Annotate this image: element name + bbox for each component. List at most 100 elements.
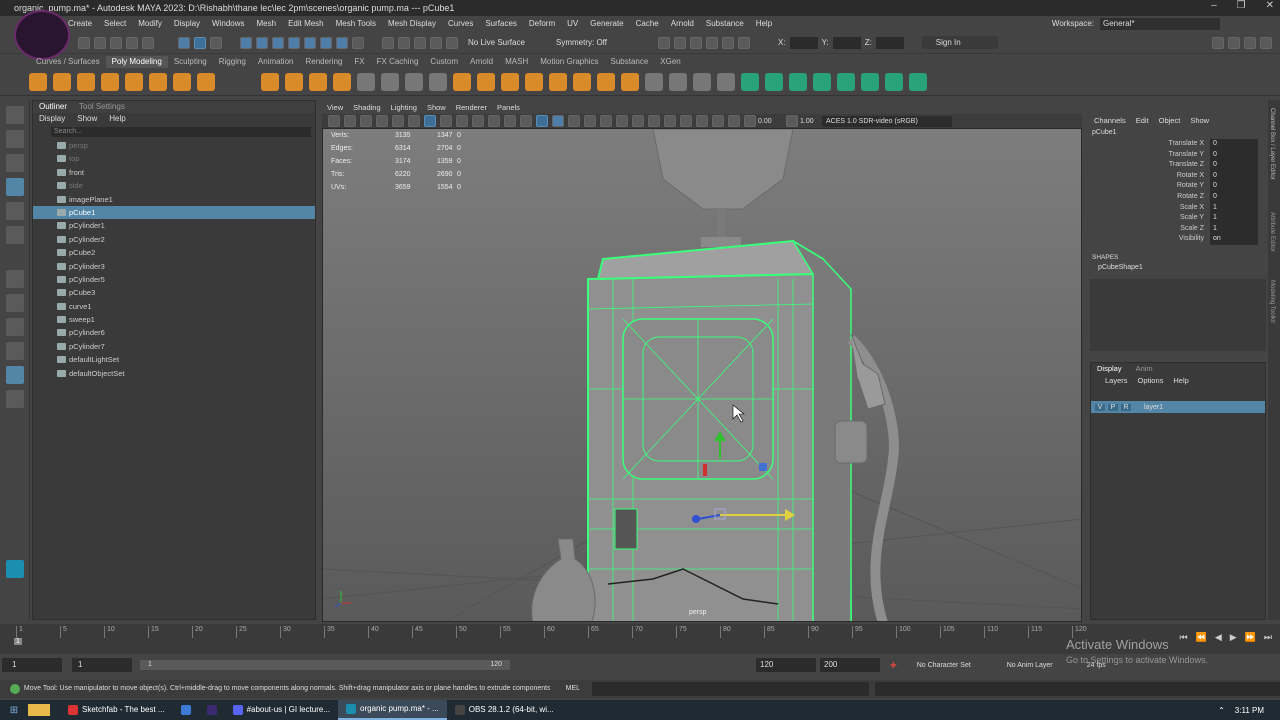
sweep-mesh-icon[interactable] xyxy=(285,72,303,91)
snap-live-icon[interactable] xyxy=(446,36,458,49)
multi-cut-icon[interactable] xyxy=(645,72,663,91)
anti-aliasing-icon[interactable] xyxy=(664,115,676,127)
mel-label[interactable]: MEL xyxy=(566,680,580,698)
save-scene-icon[interactable] xyxy=(110,36,122,49)
new-scene-icon[interactable] xyxy=(78,36,90,49)
attribute-row[interactable]: Translate Y 0 xyxy=(1088,149,1268,161)
attribute-value[interactable]: 0 xyxy=(1210,139,1258,150)
menu-generate[interactable]: Generate xyxy=(584,16,629,32)
shelf-tab-substance[interactable]: Substance xyxy=(604,56,654,68)
mask-curves-icon[interactable] xyxy=(272,36,284,49)
attribute-row[interactable]: Scale X 1 xyxy=(1088,202,1268,214)
symmetry-dropdown[interactable]: Symmetry: Off xyxy=(556,38,636,47)
shelf-tab-sculpting[interactable]: Sculpting xyxy=(168,56,213,68)
menu-uv[interactable]: UV xyxy=(561,16,584,32)
pause-icon[interactable] xyxy=(738,36,750,49)
attribute-value[interactable]: 0 xyxy=(1210,160,1258,171)
play-icon[interactable]: ▶ xyxy=(1230,632,1237,643)
minimize-button[interactable]: – xyxy=(1211,0,1217,16)
open-scene-icon[interactable] xyxy=(94,36,106,49)
menu-curves[interactable]: Curves xyxy=(442,16,479,32)
shelf-tab-fx[interactable]: FX xyxy=(348,56,370,68)
select-tool-icon[interactable] xyxy=(5,106,24,124)
isolate-select-icon[interactable] xyxy=(680,115,692,127)
menu-mesh-tools[interactable]: Mesh Tools xyxy=(330,16,382,32)
taskbar-item[interactable]: organic pump.ma* - ... xyxy=(338,700,447,720)
taskbar-item[interactable] xyxy=(173,700,199,720)
type-icon[interactable] xyxy=(309,72,327,91)
taskbar-item[interactable]: Sketchfab - The best ... xyxy=(60,700,173,720)
exposure-field[interactable]: 0.00 xyxy=(758,118,784,125)
uv-layout-icon[interactable] xyxy=(837,72,855,91)
layer-tab-display[interactable]: Display xyxy=(1097,363,1122,375)
close-button[interactable]: ✕ xyxy=(1266,0,1274,16)
default-material-icon[interactable] xyxy=(568,115,580,127)
y-field[interactable] xyxy=(832,36,861,49)
maya-mel-icon[interactable] xyxy=(5,560,24,578)
layer-row[interactable]: V P R layer1 xyxy=(1091,401,1265,413)
attribute-row[interactable]: Scale Z 1 xyxy=(1088,223,1268,235)
snap-view-plane-icon[interactable] xyxy=(430,36,442,49)
menu-edit-mesh[interactable]: Edit Mesh xyxy=(282,16,330,32)
outliner-item[interactable]: persp xyxy=(33,139,315,152)
layers-help-menu[interactable]: Help xyxy=(1173,375,1188,387)
shelf-tab-rendering[interactable]: Rendering xyxy=(299,56,348,68)
outliner-item[interactable]: pCube1 xyxy=(33,205,315,220)
outliner-item[interactable]: pCylinder5 xyxy=(33,273,315,286)
mask-surfaces-icon[interactable] xyxy=(288,36,300,49)
textured-icon[interactable] xyxy=(584,115,596,127)
wireframe-icon[interactable] xyxy=(536,115,548,127)
quad-draw-icon[interactable] xyxy=(717,72,735,91)
exposure-icon[interactable] xyxy=(744,115,756,127)
uv-shell-icon[interactable] xyxy=(909,72,927,91)
playback-end-field[interactable]: 120 xyxy=(756,658,816,672)
attribute-row[interactable]: Scale Y 1 xyxy=(1088,213,1268,224)
step-back-key-icon[interactable]: ⏪ xyxy=(1196,632,1207,643)
safe-action-icon[interactable] xyxy=(504,115,516,127)
svg-icon[interactable] xyxy=(333,72,351,91)
outliner-menu-display[interactable]: Display xyxy=(39,113,65,125)
layer-playback-toggle[interactable]: P xyxy=(1108,403,1118,411)
channels-object-menu[interactable]: Object xyxy=(1159,114,1181,128)
shelf-tab-mash[interactable]: MASH xyxy=(499,56,534,68)
xray-joints-icon[interactable] xyxy=(712,115,724,127)
menu-display[interactable]: Display xyxy=(168,16,206,32)
menu-substance[interactable]: Substance xyxy=(700,16,750,32)
side-tab-modeling-toolkit[interactable]: Modeling Toolkit xyxy=(1269,280,1275,340)
menu-modify[interactable]: Modify xyxy=(132,16,168,32)
color-space-dropdown[interactable]: ACES 1.0 SDR-video (sRGB) xyxy=(822,115,952,127)
select-hierarchy-icon[interactable] xyxy=(178,36,190,49)
show-manipulator-icon[interactable] xyxy=(5,294,24,312)
uv-cut-icon[interactable] xyxy=(861,72,879,91)
command-line-input[interactable] xyxy=(592,682,869,696)
viewport-menu-show[interactable]: Show xyxy=(422,102,451,114)
poly-cone-icon[interactable] xyxy=(101,72,119,91)
layer-render-toggle[interactable]: R xyxy=(1121,403,1131,411)
shadows-icon[interactable] xyxy=(616,115,628,127)
shelf-tab-arnold[interactable]: Arnold xyxy=(464,56,499,68)
mask-joints-icon[interactable] xyxy=(256,36,268,49)
outliner-item[interactable]: pCylinder7 xyxy=(33,340,315,353)
persp-outliner-layout-icon[interactable] xyxy=(5,366,24,384)
outliner-item[interactable]: pCylinder6 xyxy=(33,326,315,339)
lasso-tool-icon[interactable] xyxy=(5,130,24,148)
poly-sphere-icon[interactable] xyxy=(29,72,47,91)
shelf-tab-motion-graphics[interactable]: Motion Graphics xyxy=(534,56,604,68)
target-weld-icon[interactable] xyxy=(669,72,687,91)
gamma-icon[interactable] xyxy=(786,115,798,127)
snap-grid-icon[interactable] xyxy=(382,36,394,49)
outliner-item[interactable]: pCube3 xyxy=(33,286,315,299)
mask-handles-icon[interactable] xyxy=(240,36,252,49)
ipr-render-icon[interactable] xyxy=(690,36,702,49)
mirror-icon[interactable] xyxy=(477,72,495,91)
field-chart-icon[interactable] xyxy=(488,115,500,127)
layer-tab-anim[interactable]: Anim xyxy=(1136,363,1153,375)
camera-select-icon[interactable] xyxy=(328,115,340,127)
side-tab-attribute-editor[interactable]: Attribute Editor xyxy=(1269,212,1275,272)
channels-show-menu[interactable]: Show xyxy=(1190,114,1209,128)
smooth-icon[interactable] xyxy=(429,72,447,91)
attribute-row[interactable]: Rotate Y 0 xyxy=(1088,181,1268,192)
lock-icon[interactable] xyxy=(352,36,364,49)
workspace-dropdown[interactable]: General* xyxy=(1100,18,1220,30)
outliner-item[interactable]: top xyxy=(33,152,315,165)
